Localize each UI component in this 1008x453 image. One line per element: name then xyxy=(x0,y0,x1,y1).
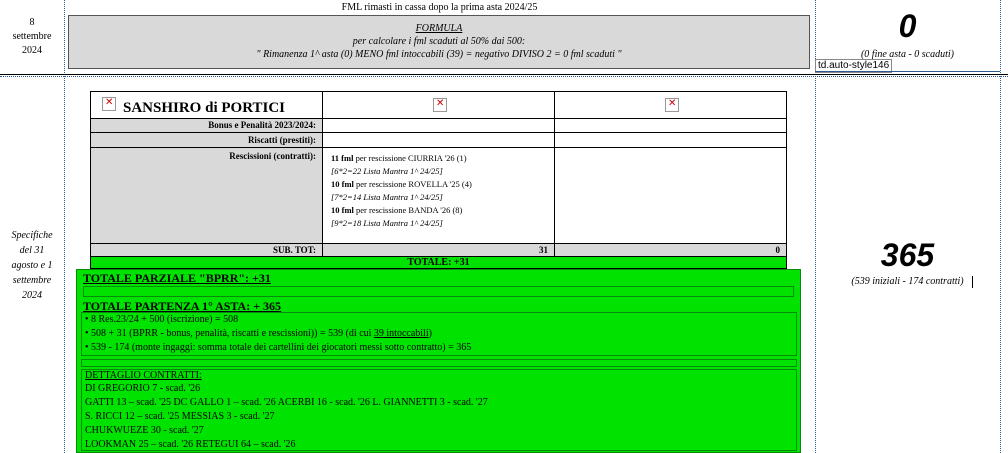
formula-line2: " Rimanenza 1^ asta (0) MENO fml intocca… xyxy=(256,49,622,60)
calc-line: • 539 - 174 (monte ingaggi: somma totale… xyxy=(85,342,472,353)
column-header-3 xyxy=(554,91,787,119)
contract-line: DI GREGORIO 7 - scad. '26 xyxy=(85,383,201,394)
contracts-title: DETTAGLIO CONTRATTI: xyxy=(85,370,202,381)
broken-image-icon xyxy=(665,98,679,112)
broken-image-icon xyxy=(102,97,116,111)
rescission-item: 11 fml per rescissione CIURRIA '26 (1) xyxy=(331,152,554,165)
subtot-label: SUB. TOT: xyxy=(90,243,323,257)
selection-outline xyxy=(815,71,1000,72)
formula-line1: per calcolare i fml scaduti al 50% dai 5… xyxy=(352,36,526,47)
rescission-detail: [7*2=14 Lista Mantra 1^ 24/25] xyxy=(331,192,443,202)
rescissioni-label: Rescissioni (contratti): xyxy=(229,151,316,161)
riscatti-cell xyxy=(322,132,555,148)
contract-line: LOOKMAN 25 – scad. '26 RETEGUI 64 – scad… xyxy=(85,439,296,450)
rescissioni-label-cell: Rescissioni (contratti): xyxy=(90,147,323,244)
calc-line: • 8 Res.23/24 + 500 (iscrizione) = 508 xyxy=(85,314,239,325)
rescission-amount: 11 fml xyxy=(331,153,354,163)
team-name: SANSHIRO di PORTICI xyxy=(123,100,286,116)
calc-line: • 508 + 31 (BPRR - bonus, penalità, risc… xyxy=(77,328,432,340)
row-divider xyxy=(0,74,1008,75)
remaining-value: 0 xyxy=(898,8,917,44)
totale-row: TOTALE: +31 xyxy=(90,256,787,269)
rescission-item: 10 fml per rescissione ROVELLA '25 (4) xyxy=(331,178,554,191)
bonus-label: Bonus e Penalità 2023/2024: xyxy=(90,118,323,133)
subtot-value: 31 xyxy=(322,243,555,257)
bonus-cell xyxy=(322,118,555,133)
broken-image-icon xyxy=(433,98,447,112)
rescissioni-cell xyxy=(554,147,787,244)
rescissioni-list: 11 fml per rescissione CIURRIA '26 (1) [… xyxy=(322,147,555,244)
summary-panel: TOTALE PARZIALE "BPRR": +31 TOTALE PARTE… xyxy=(76,269,801,453)
rescission-detail: [9*2=18 Lista Mantra 1^ 24/25] xyxy=(331,218,443,228)
formula-title: FORMULA xyxy=(415,23,463,34)
rescission-amount: 10 fml xyxy=(331,205,354,215)
top-date: 8 settembre 2024 xyxy=(12,17,52,56)
text-cursor xyxy=(972,276,973,288)
spec-date: Specifiche del 31 agosto e 1 settembre 2… xyxy=(11,230,53,301)
bonus-cell xyxy=(554,118,787,133)
rescission-text: per rescissione CIURRIA '26 (1) xyxy=(353,153,467,163)
rescission-item: 10 fml per rescissione BANDA '26 (8) xyxy=(331,204,554,217)
header-title: FML rimasti in cassa dopo la prima asta … xyxy=(341,2,538,13)
start-total-value: 365 xyxy=(880,237,935,273)
spacer-row xyxy=(83,286,794,297)
parziale-total: TOTALE PARZIALE "BPRR": +31 xyxy=(83,271,271,285)
subtot-value: 0 xyxy=(554,243,787,257)
team-header-cell: SANSHIRO di PORTICI xyxy=(90,91,323,119)
partenza-total: TOTALE PARTENZA 1° ASTA: + 365 xyxy=(83,299,282,313)
rescission-text: per rescissione ROVELLA '25 (4) xyxy=(353,179,472,189)
calc-text: ) xyxy=(428,328,432,339)
grid-line xyxy=(64,0,65,453)
rescission-detail: [6*2=22 Lista Mantra 1^ 24/25] xyxy=(331,166,443,176)
contract-line: GATTI 13 – scad. '25 DC GALLO 1 – scad. … xyxy=(85,397,488,408)
rescission-amount: 10 fml xyxy=(331,179,354,189)
spacer-row xyxy=(81,359,797,367)
intoccabili-link[interactable]: 39 intoccabili xyxy=(374,328,429,339)
grid-line xyxy=(1000,0,1001,453)
contract-line: CHUKWUEZE 30 - scad. '27 xyxy=(85,425,204,436)
grid-line xyxy=(0,76,1008,77)
calc-text: • 508 + 31 (BPRR - bonus, penalità, risc… xyxy=(85,328,374,339)
riscatti-cell xyxy=(554,132,787,148)
column-header-2 xyxy=(322,91,555,119)
rescission-text: per rescissione BANDA '26 (8) xyxy=(353,205,463,215)
formula-box: FORMULA per calcolare i fml scaduti al 5… xyxy=(68,15,810,69)
contract-line: S. RICCI 12 – scad. '25 MESSIAS 3 - scad… xyxy=(85,411,275,422)
riscatti-label: Riscatti (prestiti): xyxy=(90,132,323,148)
